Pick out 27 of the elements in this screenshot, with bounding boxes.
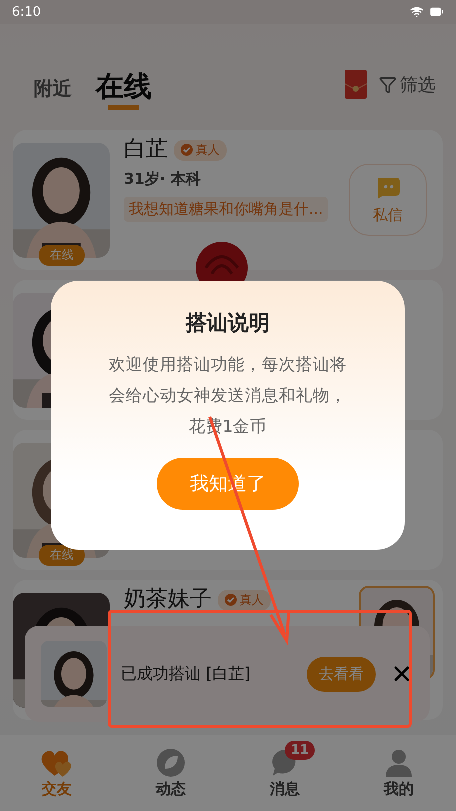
filter-icon bbox=[379, 76, 397, 94]
chat-bubble-icon bbox=[375, 176, 401, 200]
user-quote: 我想知道糖果和你嘴角是什... bbox=[124, 197, 328, 222]
user-info: 31岁· 本科 bbox=[124, 170, 202, 189]
filter-button[interactable]: 筛选 bbox=[379, 72, 436, 96]
dialog-message-line: 会给心动女神发送消息和礼物， bbox=[109, 385, 347, 407]
message-button[interactable]: 私信 bbox=[349, 164, 427, 236]
nav-tab[interactable]: 我的 bbox=[342, 735, 456, 811]
toast-message: 已成功搭讪 [白芷] bbox=[121, 664, 252, 684]
user-name: 奶茶妹子 bbox=[124, 588, 212, 612]
verified-badge: 真人 bbox=[174, 140, 227, 160]
battery-icon bbox=[430, 5, 444, 19]
verified-badge: 真人 bbox=[218, 590, 271, 610]
tab[interactable]: 附近 bbox=[34, 76, 72, 106]
user-icon bbox=[384, 748, 414, 778]
dialog-message-line: 欢迎使用搭讪功能，每次搭讪将 bbox=[109, 354, 347, 376]
wifi-icon bbox=[410, 5, 424, 19]
dialog-title: 搭讪说明 bbox=[186, 310, 270, 337]
nav-tab[interactable]: 交友 bbox=[0, 735, 114, 811]
online-badge: 在线 bbox=[39, 244, 85, 266]
status-time: 6:10 bbox=[12, 4, 42, 20]
user-name: 白芷 bbox=[124, 138, 168, 162]
leaf-icon bbox=[156, 748, 186, 778]
view-button[interactable]: 去看看 bbox=[307, 656, 376, 692]
nav-tab[interactable]: 动态 bbox=[114, 735, 228, 811]
nav-tab[interactable]: 消息 11 bbox=[228, 735, 342, 811]
unread-badge: 11 bbox=[285, 741, 316, 760]
